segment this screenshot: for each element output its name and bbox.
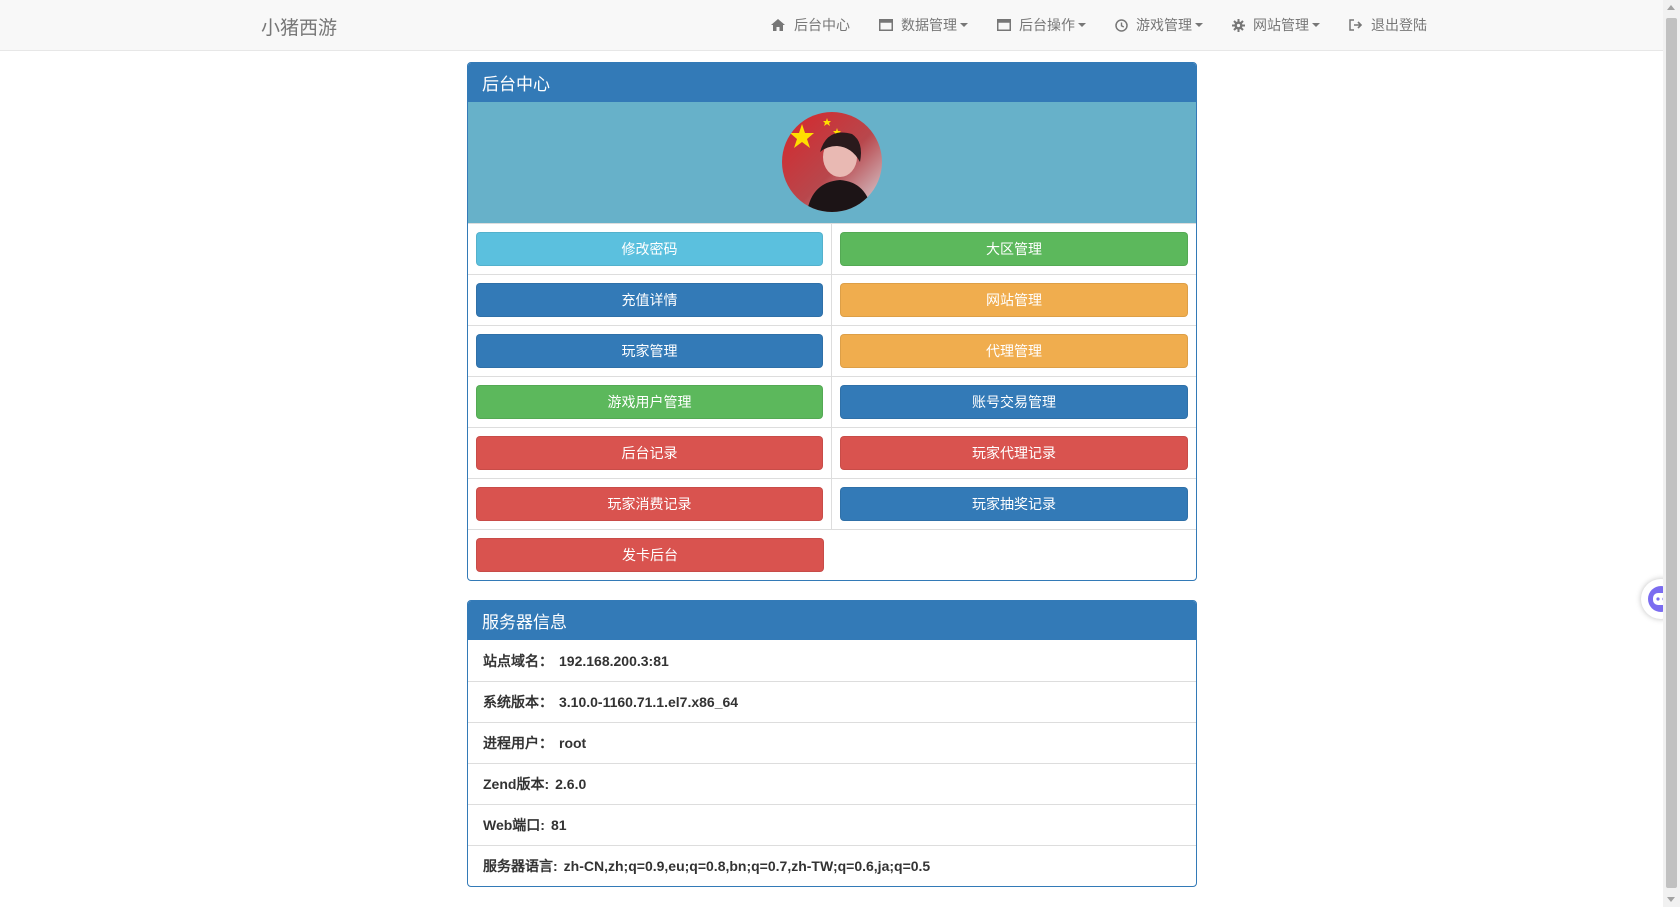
- info-row: Zend版本: 2.6.0: [468, 763, 1196, 804]
- button-cell: 发卡后台: [468, 529, 832, 580]
- info-row: 进程用户： root: [468, 722, 1196, 763]
- action-button-7[interactable]: 账号交易管理: [840, 385, 1188, 419]
- nav-item-4[interactable]: 网站管理: [1232, 15, 1320, 35]
- info-value: 3.10.0-1160.71.1.el7.x86_64: [559, 694, 739, 710]
- home-icon: [770, 18, 790, 32]
- action-button-3[interactable]: 网站管理: [840, 283, 1188, 317]
- scroll-up-icon[interactable]: [1667, 5, 1675, 10]
- page-scrollbar[interactable]: [1663, 0, 1680, 907]
- nav-item-1[interactable]: 数据管理: [879, 15, 968, 35]
- scroll-down-icon[interactable]: [1667, 897, 1675, 902]
- server-info-list: 站点域名： 192.168.200.3:81 系统版本： 3.10.0-1160.71…: [468, 640, 1196, 886]
- action-button-12[interactable]: 发卡后台: [476, 538, 824, 572]
- nav-item-label: 后台操作: [1019, 17, 1075, 33]
- button-cell: 玩家抽奖记录: [832, 478, 1196, 529]
- nav-item-label: 后台中心: [794, 17, 850, 33]
- action-button-2[interactable]: 充值详情: [476, 283, 823, 317]
- top-navbar: 小猪西游 后台中心 数据管理 后台操作 游戏管理 网站管理 退出登陆: [0, 0, 1663, 51]
- button-cell: 玩家管理: [468, 325, 832, 376]
- button-cell: 账号交易管理: [832, 376, 1196, 427]
- center-panel-heading: 后台中心: [468, 63, 1196, 102]
- info-row: 站点域名： 192.168.200.3:81: [468, 640, 1196, 681]
- info-key: 进程用户：: [483, 735, 553, 751]
- nav-item-label: 网站管理: [1253, 17, 1309, 33]
- nav-item-2[interactable]: 后台操作: [997, 15, 1086, 35]
- gear-icon: [1232, 18, 1249, 32]
- caret-down-icon: [960, 23, 968, 27]
- info-row: 服务器语言: zh-CN,zh;q=0.9,eu;q=0.8,bn;q=0.7,z…: [468, 845, 1196, 886]
- center-panel-title: 后台中心: [482, 75, 550, 94]
- info-key: 系统版本：: [483, 694, 553, 710]
- button-cell: 玩家消费记录: [468, 478, 832, 529]
- avatar-banner: [468, 102, 1196, 223]
- button-cell: 游戏用户管理: [468, 376, 832, 427]
- action-button-4[interactable]: 玩家管理: [476, 334, 823, 368]
- button-cell: 充值详情: [468, 274, 832, 325]
- action-button-grid: 修改密码 大区管理 充值详情 网站管理 玩家管理 代理管理 游戏用户管理 账号交易管理 后台记录…: [468, 223, 1196, 580]
- info-value: root: [559, 735, 587, 751]
- info-row: Web端口: 81: [468, 804, 1196, 845]
- info-key: 服务器语言:: [483, 858, 558, 874]
- info-key: 站点域名：: [483, 652, 553, 669]
- button-cell: 网站管理: [832, 274, 1196, 325]
- window-icon: [997, 19, 1015, 31]
- action-button-6[interactable]: 游戏用户管理: [476, 385, 823, 419]
- info-value: zh-CN,zh;q=0.9,eu;q=0.8,bn;q=0.7,zh-TW;q…: [563, 858, 931, 874]
- action-button-1[interactable]: 大区管理: [840, 232, 1188, 266]
- button-cell: 大区管理: [832, 223, 1196, 274]
- window-icon: [879, 19, 897, 31]
- nav-item-label: 退出登陆: [1371, 17, 1427, 33]
- action-button-8[interactable]: 后台记录: [476, 436, 823, 470]
- button-cell: 修改密码: [468, 223, 832, 274]
- nav-item-0[interactable]: 后台中心: [770, 15, 850, 35]
- nav-item-label: 数据管理: [901, 17, 957, 33]
- avatar-image: [782, 112, 882, 212]
- caret-down-icon: [1195, 23, 1203, 27]
- info-value: 2.6.0: [555, 776, 587, 792]
- button-cell: 后台记录: [468, 427, 832, 478]
- server-info-panel: 服务器信息 站点域名： 192.168.200.3:81 系统版本： 3.10.0-1…: [467, 600, 1197, 887]
- clock-icon: [1115, 18, 1132, 32]
- logout-icon: [1349, 19, 1367, 31]
- action-button-0[interactable]: 修改密码: [476, 232, 823, 266]
- action-button-11[interactable]: 玩家抽奖记录: [840, 487, 1188, 521]
- info-row: 系统版本： 3.10.0-1160.71.1.el7.x86_64: [468, 681, 1196, 722]
- avatar: [782, 112, 882, 212]
- action-button-9[interactable]: 玩家代理记录: [840, 436, 1188, 470]
- button-cell: 玩家代理记录: [832, 427, 1196, 478]
- server-panel-title: 服务器信息: [482, 613, 567, 632]
- action-button-5[interactable]: 代理管理: [840, 334, 1188, 368]
- info-key: Web端口:: [483, 817, 545, 833]
- nav-item-label: 游戏管理: [1136, 17, 1192, 33]
- caret-down-icon: [1312, 23, 1320, 27]
- button-cell: 代理管理: [832, 325, 1196, 376]
- nav-item-3[interactable]: 游戏管理: [1115, 15, 1203, 35]
- action-button-10[interactable]: 玩家消费记录: [476, 487, 823, 521]
- center-panel: 后台中心 修改密码 大区管理 充值详情 网站管理 玩家管理 代理管理 游戏用户管…: [467, 62, 1197, 581]
- nav-menu: 后台中心 数据管理 后台操作 游戏管理 网站管理 退出登陆: [770, 0, 1427, 50]
- nav-item-5[interactable]: 退出登陆: [1349, 15, 1427, 35]
- server-panel-heading: 服务器信息: [468, 601, 1196, 640]
- brand-title[interactable]: 小猪西游: [261, 13, 337, 40]
- info-value: 81: [550, 817, 567, 833]
- info-value: 192.168.200.3:81: [559, 652, 669, 669]
- caret-down-icon: [1078, 23, 1086, 27]
- scroll-thumb[interactable]: [1666, 18, 1677, 888]
- button-cell: [832, 529, 1196, 580]
- info-key: Zend版本:: [483, 776, 550, 792]
